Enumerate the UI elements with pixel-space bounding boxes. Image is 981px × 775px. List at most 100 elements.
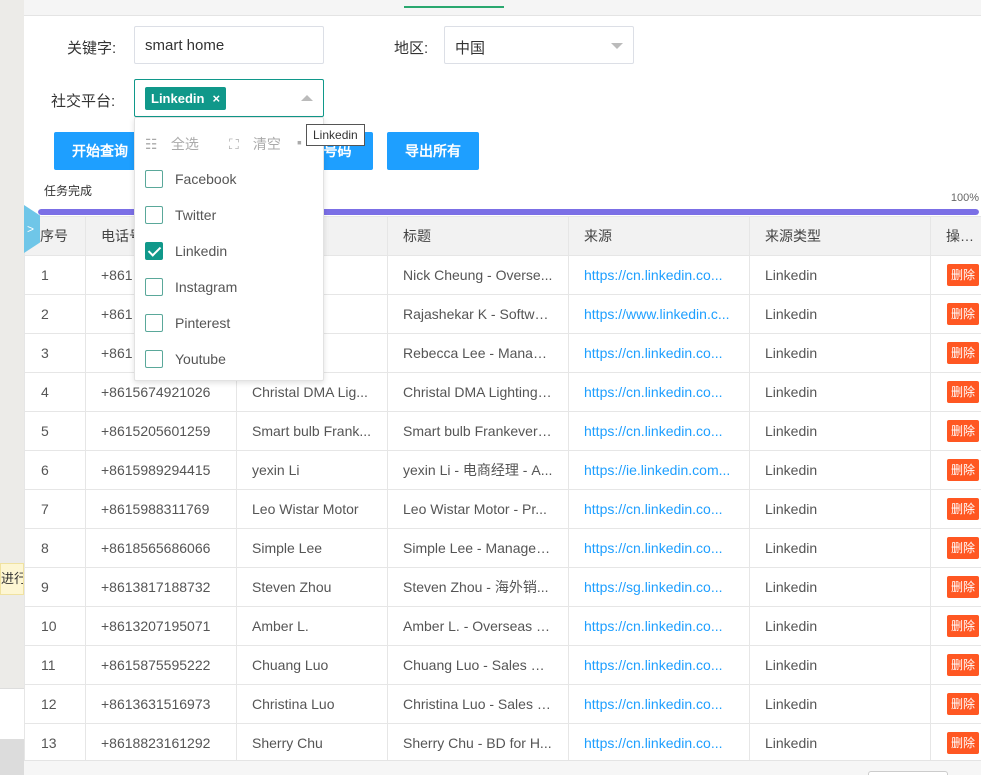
table-cell-idx: 7 [24, 489, 86, 529]
table-cell-idx: 13 [24, 723, 86, 760]
table-cell-idx: 9 [24, 567, 86, 607]
tooltip: Linkedin [306, 124, 365, 146]
platform-tag: Linkedin × [145, 87, 227, 110]
source-link[interactable]: https://cn.linkedin.co... [584, 384, 723, 400]
tab-active[interactable] [404, 0, 504, 8]
delete-button[interactable]: 删除 [947, 732, 980, 754]
table-cell-idx: 10 [24, 606, 86, 646]
status-text: 任务完成 [44, 184, 93, 198]
table-cell-action: 删除 [930, 606, 981, 646]
source-link[interactable]: https://ie.linkedin.com... [584, 462, 730, 478]
table-cell-name: Smart bulb Frank... [236, 411, 388, 451]
table-header-col-action: 操作 [930, 216, 981, 256]
table-row: 12 +8613631516973 Christina Luo Christina L… [24, 684, 981, 724]
table-cell-phone: +8615205601259 [85, 411, 237, 451]
table-cell-phone: +8615989294415 [85, 450, 237, 490]
progress-percent: 100% [950, 192, 979, 204]
table-cell-source: https://cn.linkedin.co... [568, 489, 750, 529]
delete-button[interactable]: 删除 [947, 264, 980, 286]
table-cell-action: 删除 [930, 645, 981, 685]
export-all-button[interactable]: 导出所有 [387, 132, 479, 170]
table-cell-action: 删除 [930, 372, 981, 412]
platform-select[interactable]: Linkedin × [134, 79, 324, 117]
dropdown-option-label: Youtube [175, 351, 226, 367]
table-cell-phone: +8618565686066 [85, 528, 237, 568]
table-row: 8 +8618565686066 Simple Lee Simple Lee - Ma… [24, 528, 981, 568]
source-link[interactable]: https://www.linkedin.c... [584, 306, 730, 322]
source-link[interactable]: https://cn.linkedin.co... [584, 423, 723, 439]
table-header-col-source-type: 来源类型 [749, 216, 931, 256]
table-cell-action: 删除 [930, 528, 981, 568]
table-cell-action: 删除 [930, 294, 981, 334]
invert-icon[interactable]: ▪ [297, 134, 302, 150]
delete-button[interactable]: 删除 [947, 303, 980, 325]
checkbox-icon[interactable] [145, 170, 163, 188]
delete-button[interactable]: 删除 [947, 615, 980, 637]
region-select[interactable]: 中国 [444, 26, 634, 64]
footer-control [868, 771, 948, 775]
start-query-button[interactable]: 开始查询 [54, 132, 146, 170]
panel-footer [24, 760, 981, 775]
delete-button[interactable]: 删除 [947, 693, 980, 715]
table-cell-idx: 5 [24, 411, 86, 451]
table-cell-source: https://www.linkedin.c... [568, 294, 750, 334]
source-link[interactable]: https://cn.linkedin.co... [584, 267, 723, 283]
delete-button[interactable]: 删除 [947, 420, 980, 442]
region-label: 地区: [394, 40, 429, 57]
table-row: 10 +8613207195071 Amber L. Amber L. - Overs… [24, 606, 981, 646]
dropdown-option-label: Pinterest [175, 315, 231, 331]
source-link[interactable]: https://cn.linkedin.co... [584, 735, 723, 751]
table-cell-name: Leo Wistar Motor [236, 489, 388, 529]
table-cell-type: Linkedin [749, 567, 931, 607]
checkbox-icon[interactable] [145, 206, 163, 224]
delete-button[interactable]: 删除 [947, 576, 980, 598]
table-cell-action: 删除 [930, 489, 981, 529]
region-value: 中国 [455, 40, 486, 57]
source-link[interactable]: https://cn.linkedin.co... [584, 696, 723, 712]
delete-button[interactable]: 删除 [947, 654, 980, 676]
delete-button[interactable]: 删除 [947, 537, 980, 559]
source-link[interactable]: https://cn.linkedin.co... [584, 618, 723, 634]
delete-button[interactable]: 删除 [947, 381, 980, 403]
table-cell-type: Linkedin [749, 294, 931, 334]
checkbox-icon[interactable] [145, 350, 163, 368]
table-row: 5 +8615205601259 Smart bulb Frank... Smart … [24, 411, 981, 451]
platform-dropdown: ☷ 全选 ⛶ 清空 ▪ Facebook Twitter Linkedin Insta… [134, 117, 324, 381]
table-row: 6 +8615989294415 yexin Li yexin Li - 电商经理 -… [24, 450, 981, 490]
checkbox-checked-icon[interactable] [145, 242, 163, 260]
keyword-label: 关键字: [67, 40, 117, 57]
table-cell-type: Linkedin [749, 606, 931, 646]
tag-remove-icon[interactable]: × [212, 91, 220, 106]
dropdown-toolbar: ☷ 全选 ⛶ 清空 ▪ [135, 118, 323, 164]
table-cell-action: 删除 [930, 450, 981, 490]
table-row: 7 +8615988311769 Leo Wistar Motor Leo Wista… [24, 489, 981, 529]
delete-button[interactable]: 删除 [947, 459, 980, 481]
source-link[interactable]: https://sg.linkedin.co... [584, 579, 723, 595]
source-link[interactable]: https://cn.linkedin.co... [584, 501, 723, 517]
table-cell-phone: +8613631516973 [85, 684, 237, 724]
table-cell-idx: 3 [24, 333, 86, 373]
table-cell-type: Linkedin [749, 528, 931, 568]
delete-button[interactable]: 删除 [947, 498, 980, 520]
source-link[interactable]: https://cn.linkedin.co... [584, 657, 723, 673]
table-cell-type: Linkedin [749, 450, 931, 490]
select-all-label: 全选 [170, 136, 199, 152]
background-panel-footer [0, 740, 24, 775]
checkbox-icon[interactable] [145, 278, 163, 296]
select-all-action[interactable]: ☷ 全选 [145, 134, 199, 154]
clear-action[interactable]: ⛶ 清空 [229, 134, 281, 154]
table-cell-title: Christal DMA Lighting ... [387, 372, 569, 412]
table-cell-source: https://sg.linkedin.co... [568, 567, 750, 607]
table-row: 9 +8613817188732 Steven Zhou Steven Zhou - … [24, 567, 981, 607]
table-header-col-source: 来源 [568, 216, 750, 256]
table-cell-type: Linkedin [749, 372, 931, 412]
source-link[interactable]: https://cn.linkedin.co... [584, 540, 723, 556]
background-panel [0, 688, 24, 740]
delete-button[interactable]: 删除 [947, 342, 980, 364]
table-cell-name: Christina Luo [236, 684, 388, 724]
keyword-input[interactable]: smart home [134, 26, 324, 64]
checkbox-icon[interactable] [145, 314, 163, 332]
source-link[interactable]: https://cn.linkedin.co... [584, 345, 723, 361]
table-cell-name: Steven Zhou [236, 567, 388, 607]
table-cell-title: Simple Lee - Manager ... [387, 528, 569, 568]
